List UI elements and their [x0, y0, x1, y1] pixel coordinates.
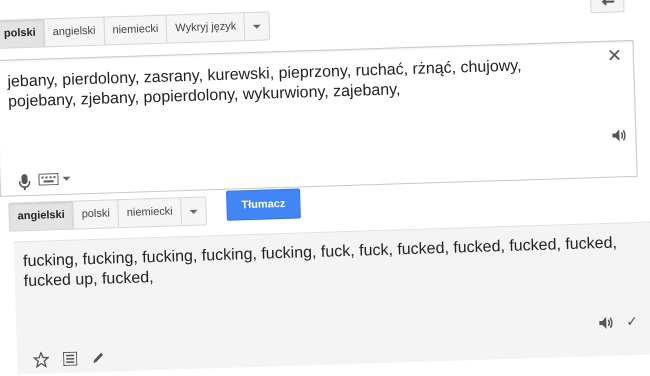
source-lang-dropdown[interactable] [245, 12, 270, 40]
chevron-down-icon [189, 209, 198, 214]
result-panel: fucking, fucking, fucking, fucking, fuck… [13, 221, 650, 375]
source-lang-niemiecki[interactable]: niemiecki [104, 15, 168, 45]
source-text-area[interactable]: jebany, pierdolony, zasrany, kurewski, p… [0, 39, 638, 197]
speaker-icon [612, 129, 626, 142]
translator-stage: polski angielski niemiecki Wykryj język … [0, 0, 650, 376]
target-lang-polski[interactable]: polski [73, 200, 120, 229]
source-lang-angielski[interactable]: angielski [44, 17, 105, 47]
pencil-icon[interactable] [91, 351, 105, 365]
source-text[interactable]: jebany, pierdolony, zasrany, kurewski, p… [7, 54, 588, 112]
swap-languages-button[interactable] [589, 0, 625, 14]
source-language-bar: polski angielski niemiecki Wykryj język [0, 11, 271, 49]
star-icon[interactable] [32, 351, 50, 368]
confirm-translation-button[interactable]: ✓ [626, 313, 638, 330]
target-lang-dropdown[interactable] [181, 197, 206, 225]
keyboard-icon [38, 173, 59, 186]
target-language-bar: angielski polski niemiecki [8, 196, 208, 232]
chevron-down-icon [253, 24, 262, 29]
source-listen-button[interactable] [611, 128, 627, 142]
translate-button[interactable]: Tłumacz [225, 188, 301, 221]
chevron-down-icon [62, 176, 71, 181]
microphone-icon [18, 174, 31, 191]
input-tools-button[interactable] [38, 173, 71, 186]
source-lang-detect[interactable]: Wykryj język [166, 13, 246, 43]
voice-input-button[interactable] [18, 173, 31, 196]
result-listen-button[interactable] [598, 316, 615, 335]
target-lang-niemiecki[interactable]: niemiecki [118, 198, 183, 228]
list-icon[interactable] [62, 351, 78, 366]
result-toolbar [32, 350, 105, 368]
target-lang-angielski[interactable]: angielski [9, 201, 75, 231]
speaker-icon [599, 316, 613, 329]
result-text: fucking, fucking, fucking, fucking, fuck… [22, 234, 618, 291]
swap-languages-icon [601, 0, 615, 6]
clear-source-button[interactable]: ✕ [607, 45, 623, 66]
source-lang-polski[interactable]: polski [0, 19, 46, 48]
